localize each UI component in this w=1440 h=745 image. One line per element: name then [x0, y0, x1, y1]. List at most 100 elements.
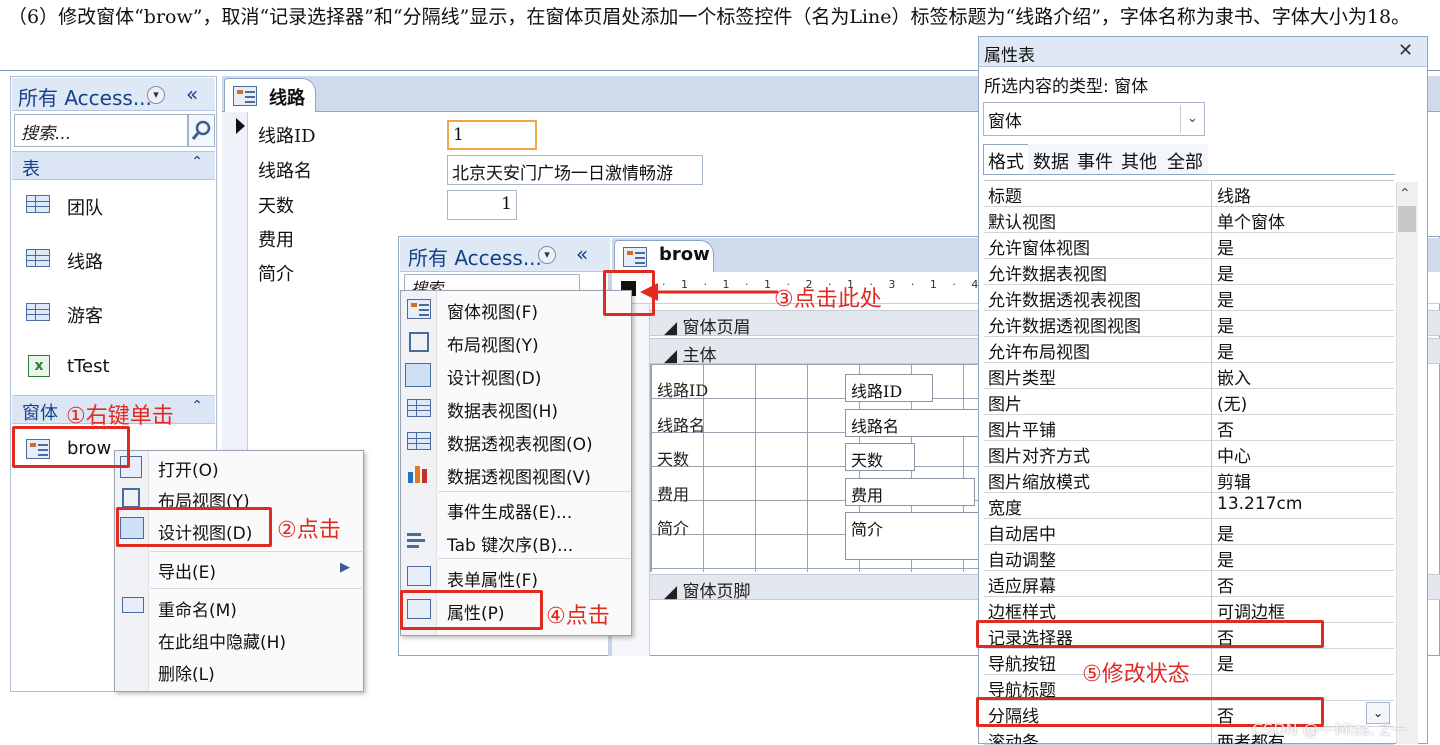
design-control-route-name[interactable]: 线路名	[845, 409, 980, 437]
property-row-picture[interactable]: 图片 (无)	[984, 389, 1394, 415]
tab-event[interactable]: 事件	[1072, 144, 1118, 174]
collapse-group-icon[interactable]: ⌃	[191, 398, 203, 414]
nav-pane-title[interactable]: 所有 Access...	[18, 82, 152, 111]
tab-format[interactable]: 格式	[983, 144, 1029, 174]
property-row-picture-size-mode[interactable]: 图片缩放模式 剪辑	[984, 467, 1394, 493]
design-label-days[interactable]: 天数	[652, 443, 760, 471]
property-scrollbar[interactable]	[1396, 182, 1418, 744]
search-button[interactable]	[188, 114, 215, 147]
property-row-allow-form-view[interactable]: 允许窗体视图是	[984, 233, 1394, 259]
property-value[interactable]: 嵌入	[1213, 363, 1393, 389]
property-value[interactable]: 是	[1213, 519, 1393, 545]
property-value[interactable]: 否	[1213, 571, 1393, 597]
property-name: 允许数据透视表视图	[984, 285, 1212, 311]
property-value[interactable]: 中心	[1213, 441, 1393, 467]
property-row-allow-datasheet-view[interactable]: 允许数据表视图是	[984, 259, 1394, 285]
property-row-width[interactable]: 宽度 13.217cm	[984, 493, 1394, 519]
menu-item-build-event[interactable]: 事件生成器(E)...	[447, 498, 572, 523]
menu-item-layout-view[interactable]: 布局视图(Y)	[447, 331, 539, 356]
menu-item-rename[interactable]: 重命名(M)	[158, 596, 237, 621]
design-view-icon	[405, 363, 431, 387]
property-row-allow-layout-view[interactable]: 允许布局视图是	[984, 337, 1394, 363]
menu-item-pivot-table-view[interactable]: 数据透视表视图(O)	[447, 430, 593, 455]
collapse-pane-icon[interactable]: «	[576, 242, 588, 266]
property-name: 图片	[984, 389, 1212, 415]
property-row-picture-type[interactable]: 图片类型 嵌入	[984, 363, 1394, 389]
menu-item-datasheet-view[interactable]: 数据表视图(H)	[447, 397, 558, 422]
property-value[interactable]: 是	[1213, 311, 1393, 337]
field-input-route-id[interactable]: 1	[447, 120, 537, 150]
property-value[interactable]: 是	[1213, 337, 1393, 363]
menu-item-design-view[interactable]: 设计视图(D)	[447, 364, 541, 389]
chevron-down-icon[interactable]: ▾	[538, 246, 556, 264]
property-value[interactable]: 剪辑	[1213, 467, 1393, 493]
nav-pane-title-2[interactable]: 所有 Access...	[408, 242, 542, 271]
tab-brow-form[interactable]: brow	[614, 240, 714, 272]
field-input-days[interactable]: 1	[447, 190, 517, 220]
scroll-up-icon[interactable]: ⌃	[1399, 186, 1411, 202]
property-value[interactable]: 是	[1213, 233, 1393, 259]
menu-item-open[interactable]: 打开(O)	[158, 456, 219, 481]
tab-other[interactable]: 其他	[1116, 144, 1162, 174]
property-value[interactable]: 是	[1213, 285, 1393, 311]
annotation-box-brow	[12, 426, 130, 468]
property-value[interactable]: 单个窗体	[1213, 207, 1393, 233]
section-form-footer-label: 窗体页脚	[682, 582, 751, 602]
property-value[interactable]: 是	[1213, 649, 1393, 675]
property-value[interactable]: 是	[1213, 259, 1393, 285]
nav-group-tables-label: 表	[22, 159, 40, 180]
menu-item-tab-order[interactable]: Tab 键次序(B)...	[447, 531, 573, 556]
collapse-group-icon[interactable]: ⌃	[191, 154, 203, 170]
property-row-allow-pivot-chart-view[interactable]: 允许数据透视图视图是	[984, 311, 1394, 337]
collapse-pane-icon[interactable]: «	[186, 82, 198, 106]
menu-item-delete[interactable]: 删除(L)	[158, 660, 215, 685]
design-control-intro[interactable]: 简介	[845, 512, 980, 560]
menu-item-form-properties[interactable]: 表单属性(F)	[447, 566, 538, 591]
nav-item-table-team[interactable]: 团队	[67, 194, 103, 220]
menu-item-form-view[interactable]: 窗体视图(F)	[447, 298, 538, 323]
nav-group-tables[interactable]: 表 ⌃	[12, 151, 215, 180]
scrollbar-thumb[interactable]	[1398, 206, 1416, 232]
tab-all[interactable]: 全部	[1162, 144, 1208, 174]
property-row-picture-tiling[interactable]: 图片平铺否	[984, 415, 1394, 441]
property-row-auto-resize[interactable]: 自动调整是	[984, 545, 1394, 571]
design-control-route-id[interactable]: 线路ID	[845, 374, 933, 402]
tab-data[interactable]: 数据	[1028, 144, 1074, 174]
chevron-down-icon[interactable]: ▾	[147, 86, 165, 104]
property-value[interactable]: 是	[1213, 545, 1393, 571]
nav-item-table-ttest[interactable]: tTest	[67, 356, 110, 377]
menu-item-export[interactable]: 导出(E)	[158, 558, 216, 583]
design-label-intro[interactable]: 简介	[652, 512, 760, 540]
nav-item-table-tourist[interactable]: 游客	[67, 302, 103, 328]
property-value[interactable]: 否	[1213, 415, 1393, 441]
rename-icon	[122, 597, 144, 613]
pivot-chart-icon	[407, 462, 431, 484]
property-row-caption[interactable]: 标题 线路	[984, 181, 1394, 207]
property-name: 图片缩放模式	[984, 467, 1212, 493]
selection-type-dropdown[interactable]: 窗体 ⌄	[983, 102, 1205, 136]
property-value[interactable]: 13.217cm	[1213, 493, 1393, 519]
table-icon	[26, 303, 50, 321]
property-row-allow-pivot-table-view[interactable]: 允许数据透视表视图是	[984, 285, 1394, 311]
nav-item-table-route[interactable]: 线路	[67, 248, 103, 274]
property-row-fit-to-screen[interactable]: 适应屏幕否	[984, 571, 1394, 597]
property-value[interactable]: 线路	[1213, 181, 1393, 207]
design-label-route-id[interactable]: 线路ID	[652, 374, 760, 402]
design-label-cost[interactable]: 费用	[652, 478, 760, 506]
chevron-down-icon[interactable]: ⌄	[1180, 105, 1204, 133]
tab-route-form[interactable]: 线路	[224, 78, 316, 112]
design-control-cost[interactable]: 费用	[845, 478, 975, 506]
design-control-days[interactable]: 天数	[845, 443, 915, 471]
nav-search-input[interactable]: 搜索...	[14, 114, 188, 147]
menu-item-hide-in-group[interactable]: 在此组中隐藏(H)	[158, 628, 286, 653]
property-row-picture-alignment[interactable]: 图片对齐方式 中心	[984, 441, 1394, 467]
property-row-default-view[interactable]: 默认视图 单个窗体	[984, 207, 1394, 233]
menu-item-pivot-chart-view[interactable]: 数据透视图视图(V)	[447, 463, 591, 488]
field-input-route-name[interactable]: 北京天安门广场一日激情畅游	[447, 155, 703, 185]
design-label-route-name[interactable]: 线路名	[652, 409, 760, 437]
property-row-auto-center[interactable]: 自动居中是	[984, 519, 1394, 545]
close-icon[interactable]: ✕	[1398, 40, 1413, 61]
section-arrow-icon: ◢	[664, 582, 678, 602]
property-value[interactable]: (无)	[1213, 389, 1393, 415]
selection-type-value: 窗体	[988, 112, 1022, 132]
